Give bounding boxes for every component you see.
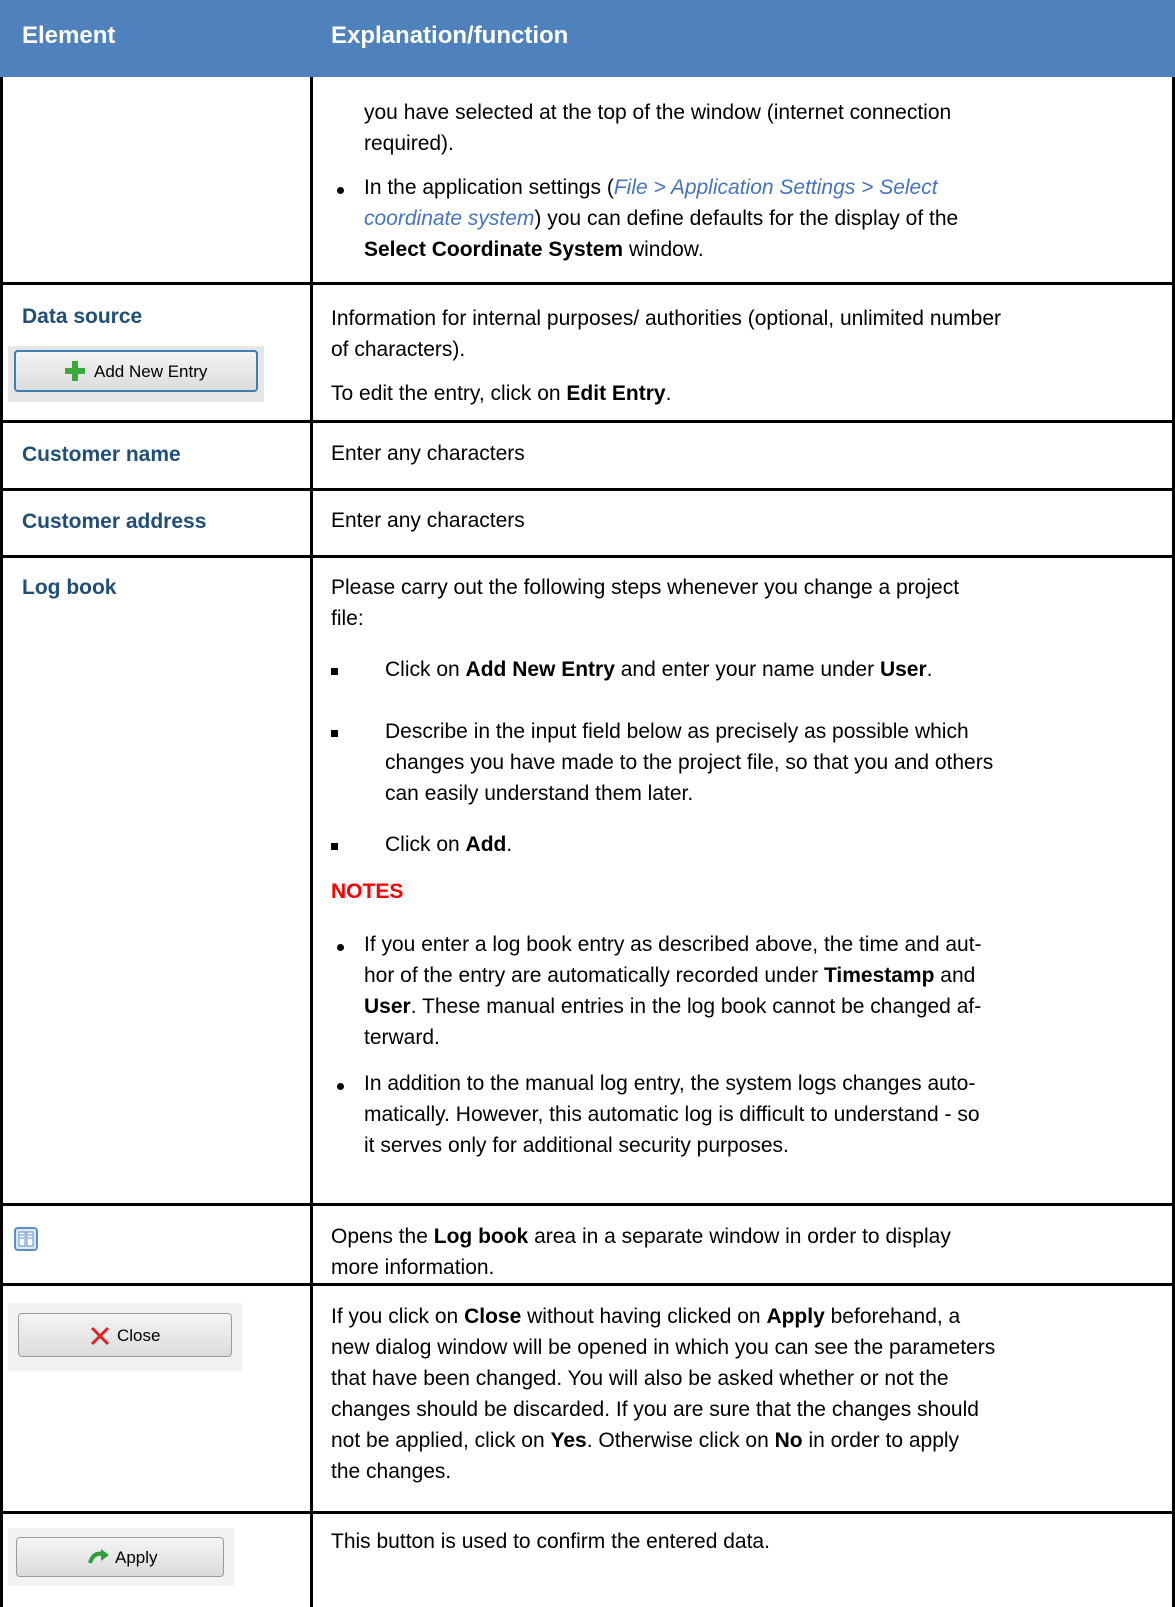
log-book-window-icon[interactable]: [14, 1227, 38, 1251]
notes-title: NOTES: [331, 880, 404, 903]
note1-l3: User. These manual entries in the log bo…: [364, 995, 982, 1018]
close-label: Close: [117, 1326, 161, 1345]
note1-l2: hor of the entry are automatically recor…: [364, 964, 976, 987]
close-l6: the changes.: [331, 1460, 452, 1483]
customer-name-text: Enter any characters: [331, 442, 525, 465]
step-bullet: [331, 668, 338, 675]
close-l1: If you click on Close without having cli…: [331, 1305, 961, 1328]
label-log-book: Log book: [22, 576, 117, 599]
note2-l2: matically. However, this automatic log i…: [364, 1103, 980, 1126]
logbook-intro1: Please carry out the following steps whe…: [331, 576, 960, 599]
logbook-icon-text2: more information.: [331, 1256, 495, 1279]
border-middle: [310, 77, 313, 1607]
logbook-step2-l2: changes you have made to the project fil…: [385, 751, 994, 774]
plus-icon: [64, 360, 86, 382]
close-button[interactable]: Close: [18, 1313, 232, 1357]
apply-arrow-icon: [87, 1548, 111, 1568]
settings-link-2[interactable]: coordinate system: [364, 207, 534, 230]
add-new-entry-label: Add New Entry: [94, 362, 208, 381]
close-l3: that have been changed. You will also be…: [331, 1367, 949, 1390]
row-sep: [0, 1203, 1175, 1206]
logbook-step2-l3: can easily understand them later.: [385, 782, 694, 805]
row-sep: [0, 282, 1175, 285]
apply-label: Apply: [115, 1548, 158, 1567]
bullet: [337, 187, 344, 194]
datasource-text3: To edit the entry, click on Edit Entry.: [331, 382, 672, 405]
coordsys-bullet-2: coordinate system) you can define defaul…: [364, 207, 959, 230]
close-icon: [89, 1325, 111, 1347]
logbook-icon-text1: Opens the Log book area in a separate wi…: [331, 1225, 951, 1248]
settings-link[interactable]: File > Application Settings > Select: [614, 176, 938, 199]
close-l5: not be applied, click on Yes. Otherwise …: [331, 1429, 960, 1452]
label-data-source: Data source: [22, 305, 143, 328]
row-sep: [0, 555, 1175, 558]
note1-l1: If you enter a log book entry as describ…: [364, 933, 982, 956]
logbook-step3: Click on Add.: [385, 833, 513, 856]
datasource-text1: Information for internal purposes/ autho…: [331, 307, 1002, 330]
coordsys-bullet-3: Select Coordinate System window.: [364, 238, 704, 261]
logbook-step1: Click on Add New Entry and enter your na…: [385, 658, 933, 681]
label-customer-name: Customer name: [22, 443, 181, 466]
apply-text: This button is used to confirm the enter…: [331, 1530, 770, 1553]
note1-l4: terward.: [364, 1026, 440, 1049]
logbook-intro2: file:: [331, 607, 364, 630]
coordsys-line2: required).: [364, 132, 454, 155]
add-new-entry-button[interactable]: Add New Entry: [14, 350, 258, 392]
header-element: Element: [22, 22, 116, 49]
header-explanation: Explanation/function: [331, 22, 569, 49]
step-bullet: [331, 843, 338, 850]
coordsys-bullet: In the application settings (File > Appl…: [364, 176, 938, 199]
note2-l1: In addition to the manual log entry, the…: [364, 1072, 976, 1095]
row-sep: [0, 488, 1175, 491]
datasource-text2: of characters).: [331, 338, 466, 361]
customer-address-text: Enter any characters: [331, 509, 525, 532]
bullet: [337, 1083, 344, 1090]
bullet: [337, 944, 344, 951]
note2-l3: it serves only for additional security p…: [364, 1134, 789, 1157]
close-l4: changes should be discarded. If you are …: [331, 1398, 979, 1421]
close-l2: new dialog window will be opened in whic…: [331, 1336, 996, 1359]
coordsys-line1: you have selected at the top of the wind…: [364, 101, 952, 124]
apply-button[interactable]: Apply: [16, 1537, 224, 1577]
step-bullet: [331, 730, 338, 737]
label-customer-address: Customer address: [22, 510, 207, 533]
border-left: [0, 77, 3, 1607]
row-sep: [0, 1511, 1175, 1514]
row-sep: [0, 1283, 1175, 1286]
logbook-step2-l1: Describe in the input field below as pre…: [385, 720, 969, 743]
table-header: Element Explanation/function: [0, 0, 1175, 77]
row-sep: [0, 420, 1175, 423]
